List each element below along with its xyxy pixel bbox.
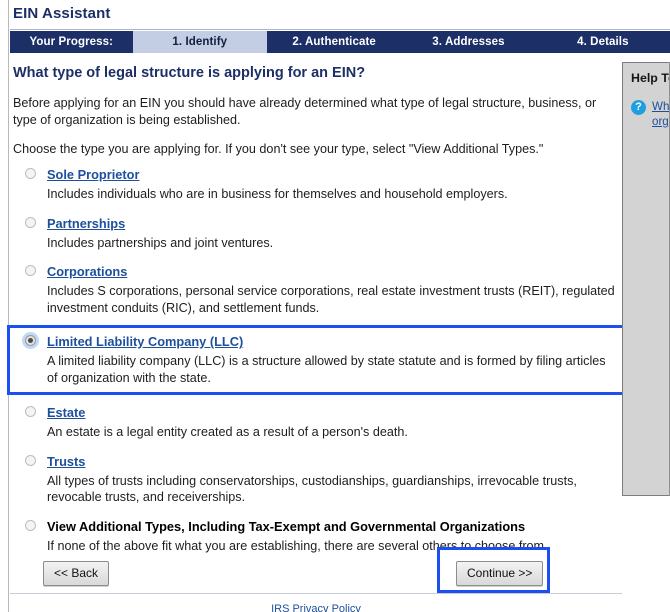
intro-paragraph-2: Choose the type you are applying for. If… [13,142,544,156]
app-title-bar: EIN Assistant [10,0,670,30]
tab-authenticate[interactable]: 2. Authenticate [267,31,401,53]
radio-limited-liability-company[interactable] [25,335,36,346]
radio-view-additional-types[interactable] [25,519,36,531]
question-mark-icon: ? [631,100,646,115]
button-row: << Back Continue >> [10,547,622,593]
option-description-partnerships: Includes partnerships and joint ventures… [47,235,274,250]
radio-trusts[interactable] [25,454,36,466]
option-estate[interactable]: Estate An estate is a legal entity creat… [13,404,618,441]
tab-addresses[interactable]: 3. Addresses [401,31,535,53]
continue-button[interactable]: Continue >> [456,561,544,586]
option-description-corporations: Includes S corporations, personal servic… [47,284,615,315]
option-description-trusts: All types of trusts including conservato… [47,473,577,505]
option-sole-proprietor[interactable]: Sole Proprietor Includes individuals who… [13,166,618,203]
main-content: What type of legal structure is applying… [7,53,648,583]
tab-identify[interactable]: 1. Identify [132,31,267,53]
option-description-estate: An estate is a legal entity created as a… [47,425,408,439]
option-label-corporations[interactable]: Corporations [47,264,127,279]
help-panel: Help To ? Wh typ org [622,62,670,496]
ein-assistant-page: EIN Assistant Your Progress: 1. Identify… [0,0,670,612]
option-label-estate[interactable]: Estate [47,405,85,420]
footer-divider [10,593,622,594]
option-trusts[interactable]: Trusts All types of trusts including con… [13,453,618,506]
radio-partnerships[interactable] [25,216,36,228]
option-description-sole-proprietor: Includes individuals who are in business… [47,187,508,201]
footer-privacy-link[interactable]: IRS Privacy Policy [10,598,622,612]
tab-details[interactable]: 4. Details [536,31,670,53]
option-label-trusts[interactable]: Trusts [47,454,85,469]
option-label-partnerships[interactable]: Partnerships [47,216,125,231]
help-panel-title: Help To [631,71,670,85]
option-partnerships[interactable]: Partnerships Includes partnerships and j… [13,215,618,252]
legal-structure-options: Sole Proprietor Includes individuals who… [7,166,648,566]
intro-paragraph-1: Before applying for an EIN you should ha… [13,96,597,127]
question-heading: What type of legal structure is applying… [13,65,366,81]
page-title: EIN Assistant [13,5,111,22]
radio-estate[interactable] [25,406,36,417]
help-topic-link[interactable]: Wh typ org [652,99,670,129]
option-description-limited-liability-company: A limited liability company (LLC) is a s… [47,354,606,385]
back-button[interactable]: << Back [43,561,110,586]
progress-bar: Your Progress: 1. Identify 2. Authentica… [10,31,670,53]
option-label-limited-liability-company[interactable]: Limited Liability Company (LLC) [47,334,243,349]
radio-sole-proprietor[interactable] [25,168,36,179]
window-left-edge [0,0,9,612]
radio-corporations[interactable] [25,265,36,276]
option-label-sole-proprietor[interactable]: Sole Proprietor [47,167,139,182]
option-limited-liability-company[interactable]: Limited Liability Company (LLC) A limite… [7,325,648,395]
option-label-view-additional-types: View Additional Types, Including Tax-Exe… [47,518,526,534]
progress-label: Your Progress: [29,36,114,48]
option-corporations[interactable]: Corporations Includes S corporations, pe… [13,263,618,316]
